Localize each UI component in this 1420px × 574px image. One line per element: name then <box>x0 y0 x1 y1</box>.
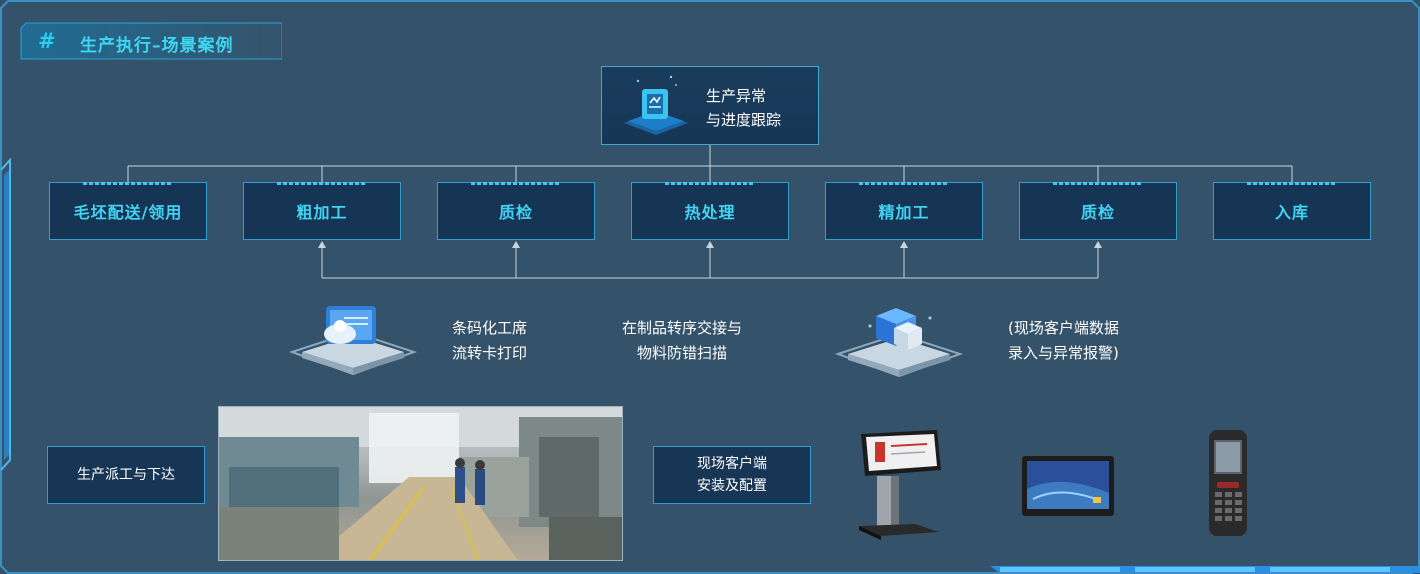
step-heat-treatment[interactable]: 热处理 <box>631 182 789 240</box>
install-line-2: 安装及配置 <box>697 478 767 494</box>
exception-tracking-card[interactable]: 生产异常 与进度跟踪 <box>601 66 819 145</box>
step-label: 精加工 <box>878 203 930 222</box>
handheld-scanner-icon <box>1209 430 1247 536</box>
dispatch-box[interactable]: 生产派工与下达 <box>47 446 205 504</box>
step-quality-check-2[interactable]: 质检 <box>1019 182 1177 240</box>
install-box[interactable]: 现场客户端 安装及配置 <box>653 446 811 504</box>
step-warehousing[interactable]: 入库 <box>1213 182 1371 240</box>
card-line-2: 与进度跟踪 <box>706 111 782 129</box>
page-title: 生产执行–场景案例 <box>80 36 234 56</box>
kiosk-terminal-icon <box>859 430 941 540</box>
install-line-1: 现场客户端 <box>697 456 767 472</box>
barcode-print-icon <box>288 306 418 376</box>
document-chart-icon <box>624 75 688 135</box>
cube-data-icon <box>834 308 964 378</box>
scan-feature-text: 在制品转序交接与 物料防错扫描 <box>622 316 742 366</box>
barcode-line-2: 流转卡打印 <box>452 344 528 362</box>
step-blank-delivery[interactable]: 毛坯配送/领用 <box>49 182 207 240</box>
scan-line-1: 在制品转序交接与 <box>622 319 743 337</box>
page-title-bar: # 生产执行–场景案例 <box>20 22 282 60</box>
step-label: 质检 <box>1080 203 1115 222</box>
barcode-feature-text: 条码化工席 流转卡打印 <box>452 316 527 366</box>
step-finish-machining[interactable]: 精加工 <box>825 182 983 240</box>
step-rough-machining[interactable]: 粗加工 <box>243 182 401 240</box>
barcode-line-1: 条码化工席 <box>452 319 528 337</box>
client-feature-text: (现场客户端数据 录入与异常报警) <box>1008 316 1119 366</box>
tablet-screen-icon <box>1022 456 1114 516</box>
client-line-2: 录入与异常报警) <box>1008 344 1119 362</box>
step-label: 入库 <box>1274 203 1309 222</box>
step-label: 毛坯配送/领用 <box>73 203 183 222</box>
scan-line-2: 物料防错扫描 <box>637 344 728 362</box>
step-label: 热处理 <box>684 203 736 222</box>
step-label: 粗加工 <box>296 203 348 222</box>
step-label: 质检 <box>498 203 533 222</box>
card-line-1: 生产异常 <box>706 87 767 105</box>
grid-hash-icon: # <box>38 29 56 53</box>
step-quality-check-1[interactable]: 质检 <box>437 182 595 240</box>
dispatch-label: 生产派工与下达 <box>77 467 175 483</box>
workshop-photo <box>218 406 623 561</box>
client-line-1: (现场客户端数据 <box>1008 319 1119 337</box>
